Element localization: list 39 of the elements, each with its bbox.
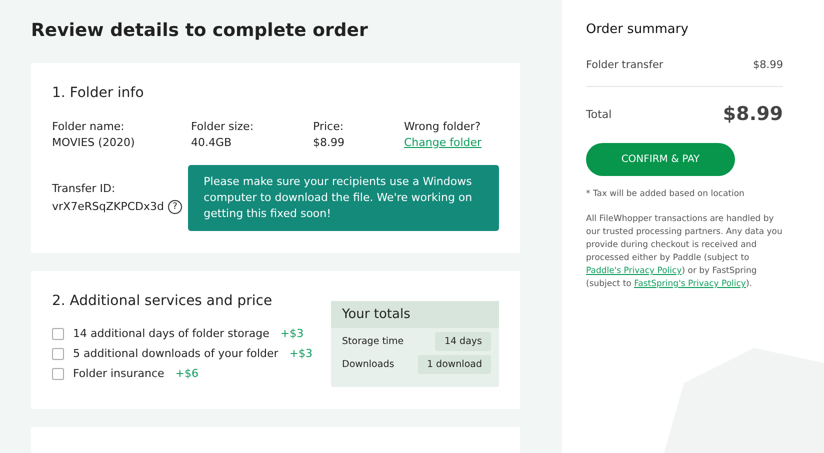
section-title: 1. Folder info xyxy=(52,85,145,101)
notice-banner: Please make sure your recipients use a Windows computer to download the file. We're working on getting this fixed soon! xyxy=(188,165,499,231)
totals-value: 14 days xyxy=(435,332,491,351)
checkbox[interactable] xyxy=(52,328,64,340)
field-label: Price: xyxy=(313,119,345,135)
checkbox[interactable] xyxy=(52,348,64,360)
transfer-id: vrX7eRSqZKPCDx3d xyxy=(52,200,164,213)
privacy-policy-link[interactable]: FastSpring's Privacy Policy xyxy=(634,279,746,289)
totals-label: Downloads xyxy=(342,359,394,370)
totals-label: Storage time xyxy=(342,336,404,347)
field-label: Folder name: xyxy=(52,119,126,135)
field-label: Folder size: xyxy=(191,119,255,135)
page-title: Review details to complete order xyxy=(31,20,369,41)
option-label: 14 additional days of folder storage xyxy=(73,327,270,340)
summary-title: Order summary xyxy=(586,22,690,37)
privacy-policy-link[interactable]: Paddle's Privacy Policy xyxy=(586,266,682,276)
option-price: +$6 xyxy=(175,367,198,380)
help-icon[interactable]: ? xyxy=(168,200,182,214)
total-label: Total xyxy=(586,108,612,120)
total-price: $8.99 xyxy=(722,103,783,125)
section-title: 2. Additional services and price xyxy=(52,293,274,309)
totals-title: Your totals xyxy=(331,301,499,328)
tax-note: * Tax will be added based on location xyxy=(586,188,746,201)
legal-text: All FileWhopper transactions are handled by our trusted processing partners. Any data you provide during checkout is received and processed either by Paddle (subject to Paddle's Privacy Policy) or by FastSpring (subject to FastSpring's Privacy Policy). xyxy=(586,213,783,291)
line-price: $8.99 xyxy=(752,59,783,71)
change-folder-link[interactable]: Change folder xyxy=(404,136,482,149)
line-label: Folder transfer xyxy=(586,59,664,71)
option-label: Folder insurance xyxy=(73,367,164,380)
field-value: $8.99 xyxy=(313,135,346,151)
checkbox[interactable] xyxy=(52,368,64,380)
field-value: 40.4GB xyxy=(191,135,233,151)
option-price: +$3 xyxy=(289,347,313,360)
option-price: +$3 xyxy=(280,327,304,340)
field-label: Transfer ID: xyxy=(52,181,116,197)
field-label: Wrong folder? xyxy=(404,119,482,135)
totals-value: 1 download xyxy=(418,355,491,374)
field-value: MOVIES (2020) xyxy=(52,135,136,151)
option-label: 5 additional downloads of your folder xyxy=(73,347,278,360)
confirm-pay-button[interactable]: CONFIRM & PAY xyxy=(586,143,735,176)
